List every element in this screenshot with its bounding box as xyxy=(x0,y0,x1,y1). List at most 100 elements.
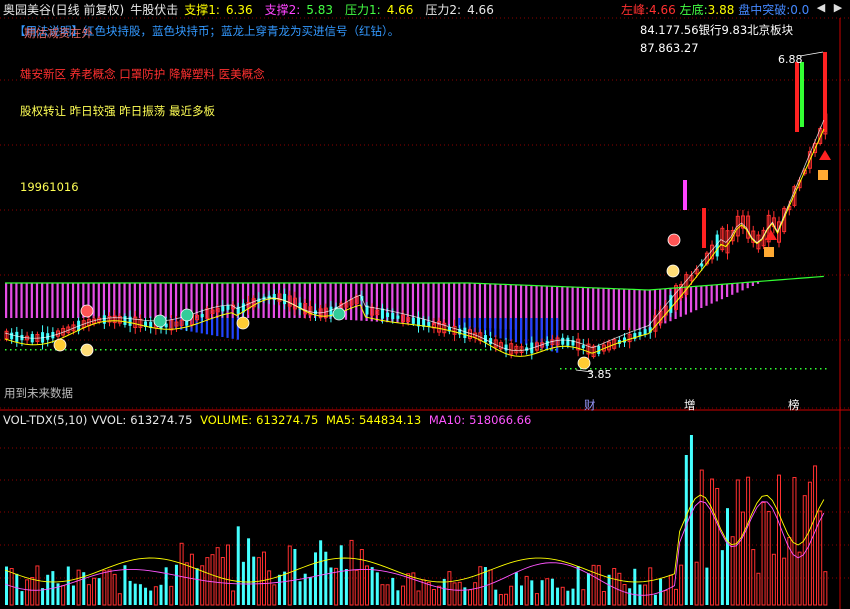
volume-bar xyxy=(46,574,50,605)
support-dot xyxy=(455,349,457,351)
ribbon-bar xyxy=(149,283,152,318)
support-dot xyxy=(120,349,122,351)
blue-bar xyxy=(211,318,214,336)
support-dot xyxy=(315,349,317,351)
support-dot xyxy=(475,349,477,351)
support-dot xyxy=(185,349,187,351)
support-dot xyxy=(220,349,222,351)
sector-line: 84.177.56银行9.83北京板块 xyxy=(640,23,794,37)
support-dot xyxy=(365,349,367,351)
support-dot xyxy=(575,368,577,370)
support-dot xyxy=(170,349,172,351)
ribbon-bar xyxy=(164,283,167,318)
support-dot xyxy=(50,349,52,351)
support-dot xyxy=(470,349,472,351)
volume-bar xyxy=(169,585,174,606)
volume-bar xyxy=(494,589,498,605)
limit-bar xyxy=(683,180,687,210)
candle-body xyxy=(123,315,127,325)
candle-body xyxy=(504,344,508,351)
candle-body xyxy=(561,337,565,345)
ribbon-bar xyxy=(612,288,615,330)
support-dot xyxy=(745,368,747,370)
volume-bar xyxy=(648,567,653,606)
support-dot xyxy=(135,349,137,351)
support-dot xyxy=(35,349,37,351)
volume-bar xyxy=(30,577,35,606)
event-bang[interactable]: 榜 xyxy=(788,397,800,413)
support-dot xyxy=(685,368,687,370)
support-dot xyxy=(375,349,377,351)
volume-bar xyxy=(823,571,828,606)
ribbon-bar xyxy=(118,283,121,318)
support-dot xyxy=(735,368,737,370)
support-dot xyxy=(765,368,767,370)
support-dot xyxy=(550,349,552,351)
candlestick-chart[interactable] xyxy=(0,0,850,609)
prev-arrow-icon[interactable]: ◀ xyxy=(815,2,827,14)
volume-bar xyxy=(283,571,287,605)
support-dot xyxy=(295,349,297,351)
support-dot xyxy=(65,349,67,351)
up-signal-icon xyxy=(236,316,250,330)
event-cai[interactable]: 财 xyxy=(584,397,596,413)
support-dot xyxy=(620,368,622,370)
volume-bar xyxy=(179,542,184,606)
ribbon-bar xyxy=(66,283,69,318)
support-dot xyxy=(235,349,237,351)
volume-bar xyxy=(92,577,97,606)
support-dot xyxy=(205,349,207,351)
event-zeng[interactable]: 增 xyxy=(684,397,696,413)
support-dot xyxy=(485,349,487,351)
volume-bar xyxy=(504,593,509,606)
ribbon-bar xyxy=(442,283,445,326)
volume-bar xyxy=(576,566,580,605)
support-dot xyxy=(305,349,307,351)
red-diamond-icon xyxy=(80,304,94,318)
blue-bar xyxy=(226,318,229,338)
volume-bar xyxy=(550,578,554,605)
support-dot xyxy=(445,349,447,351)
candle-body xyxy=(581,345,585,349)
support-dot xyxy=(660,368,662,370)
volume-bar xyxy=(715,487,720,606)
support-dot xyxy=(175,349,177,351)
support-dot xyxy=(340,349,342,351)
support-dot xyxy=(655,368,657,370)
volume-bar xyxy=(581,589,586,606)
note-box-icon xyxy=(764,247,774,257)
support-dot xyxy=(565,368,567,370)
volume-bar xyxy=(694,561,699,606)
support-dot xyxy=(630,368,632,370)
support-dot xyxy=(100,349,102,351)
ribbon-bar xyxy=(628,289,631,330)
dotted-support-line xyxy=(5,349,827,370)
support-dot xyxy=(775,368,777,370)
support-dot xyxy=(265,349,267,351)
volume-bar xyxy=(674,588,678,606)
stock-title[interactable]: 奥园美谷(日线 前复权) xyxy=(3,3,124,17)
support-dot xyxy=(645,368,647,370)
volume-bar xyxy=(272,584,277,606)
support-dot xyxy=(225,349,227,351)
note-box-icon xyxy=(818,170,828,180)
ribbon-bar xyxy=(623,289,626,330)
volume-bar xyxy=(267,570,272,606)
support-dot xyxy=(410,349,412,351)
warn-triangle-icon xyxy=(819,150,831,160)
support-dot xyxy=(705,368,707,370)
support-dot xyxy=(795,368,797,370)
volume-bar xyxy=(236,526,240,605)
ribbon-bar xyxy=(633,289,636,330)
candle-body xyxy=(226,305,230,310)
volume-bar xyxy=(437,585,442,606)
volume-bar xyxy=(478,566,483,606)
support-dot xyxy=(300,349,302,351)
blue-bar xyxy=(514,318,518,343)
volume-bar xyxy=(370,567,374,605)
support-dot xyxy=(350,349,352,351)
volume-bar xyxy=(61,585,66,606)
sector-value: 87.863.27 xyxy=(640,41,699,55)
candle-body xyxy=(566,337,570,346)
next-arrow-icon[interactable]: ▶ xyxy=(832,2,844,14)
